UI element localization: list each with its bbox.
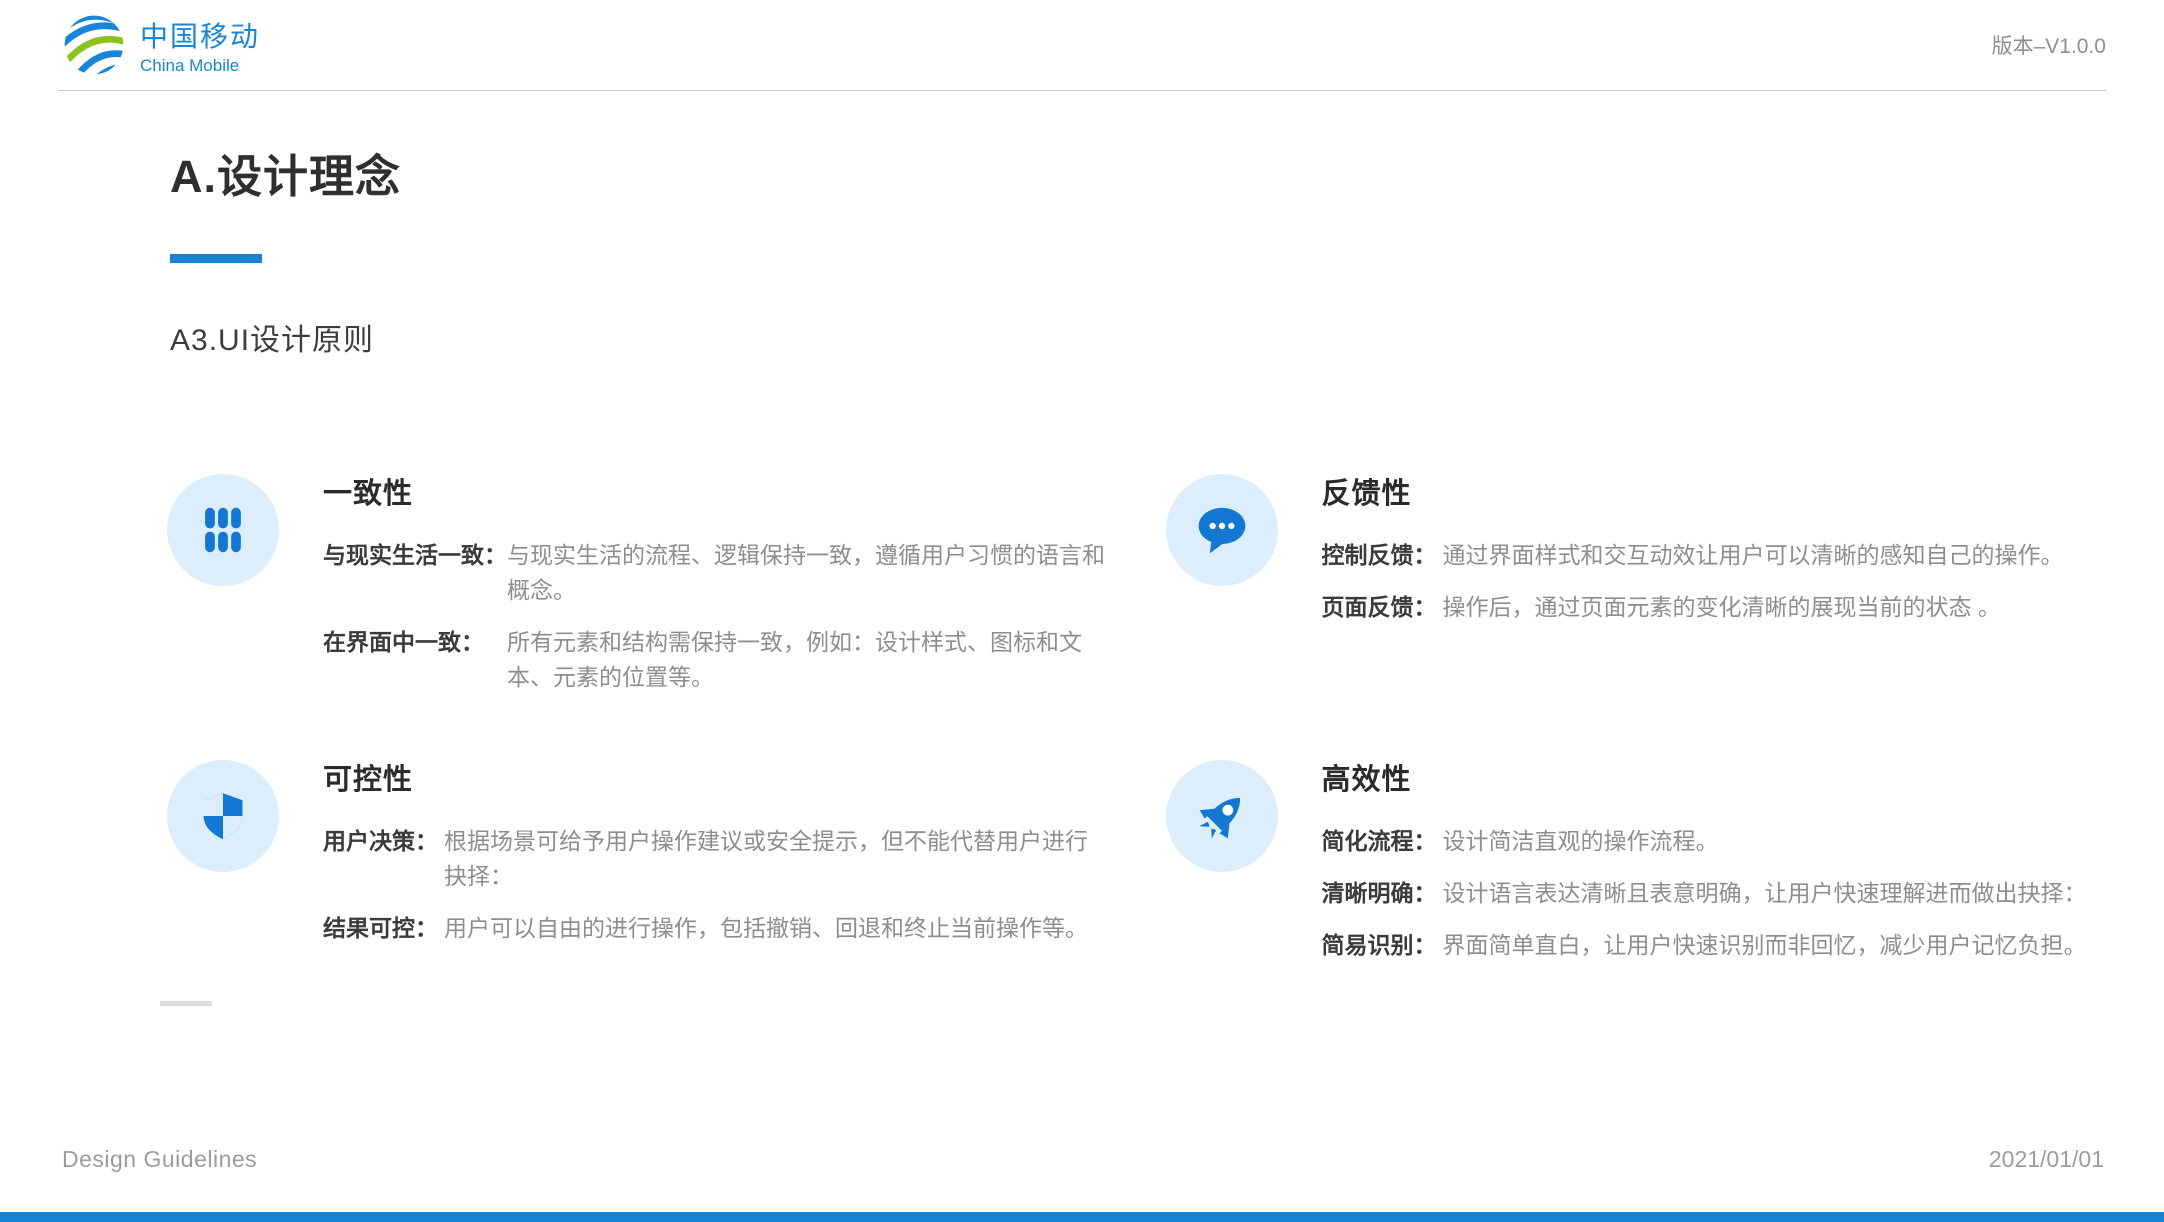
section-title: 可控性	[323, 756, 1106, 798]
item-text: 用户可以自由的进行操作，包括撤销、回退和终止当前操作等。	[444, 911, 1106, 946]
section-body: 反馈性 控制反馈： 通过界面样式和交互动效让用户可以清晰的感知自己的操作。 页面…	[1322, 468, 2105, 712]
item-text: 与现实生活的流程、逻辑保持一致，遵循用户习惯的语言和概念。	[507, 538, 1106, 608]
page-title: A.设计理念	[170, 140, 401, 205]
item-text: 操作后，通过页面元素的变化清晰的展现当前的状态 。	[1443, 590, 2105, 625]
section-controllability: 可控性 用户决策： 根据场景可给予用户操作建议或安全提示，但不能代替用户进行抉择…	[167, 754, 1106, 980]
section-title: 高效性	[1322, 756, 2105, 798]
item-label: 控制反馈：	[1322, 538, 1437, 573]
item-text: 界面简单直白，让用户快速识别而非回忆，减少用户记忆负担。	[1443, 928, 2105, 963]
grid-dots-icon	[197, 504, 249, 556]
section-efficiency: 高效性 简化流程： 设计简洁直观的操作流程。 清晰明确： 设计语言表达清晰且表意…	[1166, 754, 2105, 980]
item-text: 通过界面样式和交互动效让用户可以清晰的感知自己的操作。	[1443, 538, 2105, 573]
item-label: 结果可控：	[323, 911, 438, 946]
principle-item: 结果可控： 用户可以自由的进行操作，包括撤销、回退和终止当前操作等。	[323, 911, 1106, 946]
header: 中国移动 China Mobile 版本–V1.0.0	[58, 0, 2106, 91]
principle-item: 简化流程： 设计简洁直观的操作流程。	[1322, 824, 2105, 859]
section-feedback: 反馈性 控制反馈： 通过界面样式和交互动效让用户可以清晰的感知自己的操作。 页面…	[1166, 468, 2105, 712]
china-mobile-logo-icon	[62, 13, 126, 77]
item-label: 用户决策：	[323, 824, 438, 894]
logo-cn-label: 中国移动	[140, 15, 260, 55]
principle-item: 控制反馈： 通过界面样式和交互动效让用户可以清晰的感知自己的操作。	[1322, 538, 2105, 573]
version-label: 版本–V1.0.0	[1992, 30, 2106, 60]
item-text: 根据场景可给予用户操作建议或安全提示，但不能代替用户进行抉择：	[444, 824, 1106, 894]
principle-item: 页面反馈： 操作后，通过页面元素的变化清晰的展现当前的状态 。	[1322, 590, 2105, 625]
page-subtitle: A3.UI设计原则	[170, 315, 401, 359]
section-body: 高效性 简化流程： 设计简洁直观的操作流程。 清晰明确： 设计语言表达清晰且表意…	[1322, 754, 2105, 980]
shield-icon	[197, 790, 249, 842]
footer-document-name: Design Guidelines	[62, 1146, 257, 1173]
footer-date: 2021/01/01	[1989, 1146, 2104, 1173]
bottom-accent-bar	[0, 1212, 2164, 1222]
title-accent-bar	[170, 254, 262, 263]
rocket-icon	[1194, 788, 1250, 844]
section-title: 一致性	[323, 470, 1106, 512]
item-text: 设计语言表达清晰且表意明确，让用户快速理解进而做出抉择：	[1443, 876, 2105, 911]
item-label: 简化流程：	[1322, 824, 1437, 859]
consistency-icon-circle	[167, 474, 279, 586]
item-text: 设计简洁直观的操作流程。	[1443, 824, 2105, 859]
principle-item: 在界面中一致： 所有元素和结构需保持一致，例如：设计样式、图标和文本、元素的位置…	[323, 625, 1106, 695]
item-label: 与现实生活一致：	[323, 538, 507, 608]
section-title: 反馈性	[1322, 470, 2105, 512]
controllability-icon-circle	[167, 760, 279, 872]
principle-item: 与现实生活一致： 与现实生活的流程、逻辑保持一致，遵循用户习惯的语言和概念。	[323, 538, 1106, 608]
logo-text: 中国移动 China Mobile	[140, 15, 260, 76]
item-label: 在界面中一致：	[323, 625, 507, 695]
feedback-icon-circle	[1166, 474, 1278, 586]
decorative-dash	[160, 1001, 212, 1006]
principles-grid: 一致性 与现实生活一致： 与现实生活的流程、逻辑保持一致，遵循用户习惯的语言和概…	[167, 468, 2104, 980]
item-text: 所有元素和结构需保持一致，例如：设计样式、图标和文本、元素的位置等。	[507, 625, 1106, 695]
section-body: 一致性 与现实生活一致： 与现实生活的流程、逻辑保持一致，遵循用户习惯的语言和概…	[323, 468, 1106, 712]
principle-item: 用户决策： 根据场景可给予用户操作建议或安全提示，但不能代替用户进行抉择：	[323, 824, 1106, 894]
section-body: 可控性 用户决策： 根据场景可给予用户操作建议或安全提示，但不能代替用户进行抉择…	[323, 754, 1106, 980]
item-label: 页面反馈：	[1322, 590, 1437, 625]
section-consistency: 一致性 与现实生活一致： 与现实生活的流程、逻辑保持一致，遵循用户习惯的语言和概…	[167, 468, 1106, 712]
item-label: 清晰明确：	[1322, 876, 1437, 911]
logo-en-label: China Mobile	[140, 56, 260, 76]
efficiency-icon-circle	[1166, 760, 1278, 872]
principle-item: 简易识别： 界面简单直白，让用户快速识别而非回忆，减少用户记忆负担。	[1322, 928, 2105, 963]
title-block: A.设计理念 A3.UI设计原则	[170, 140, 401, 359]
china-mobile-logo: 中国移动 China Mobile	[58, 13, 260, 77]
principle-item: 清晰明确： 设计语言表达清晰且表意明确，让用户快速理解进而做出抉择：	[1322, 876, 2105, 911]
chat-bubble-icon	[1194, 502, 1250, 558]
item-label: 简易识别：	[1322, 928, 1437, 963]
design-guidelines-page: 中国移动 China Mobile 版本–V1.0.0 A.设计理念 A3.UI…	[0, 0, 2164, 1222]
